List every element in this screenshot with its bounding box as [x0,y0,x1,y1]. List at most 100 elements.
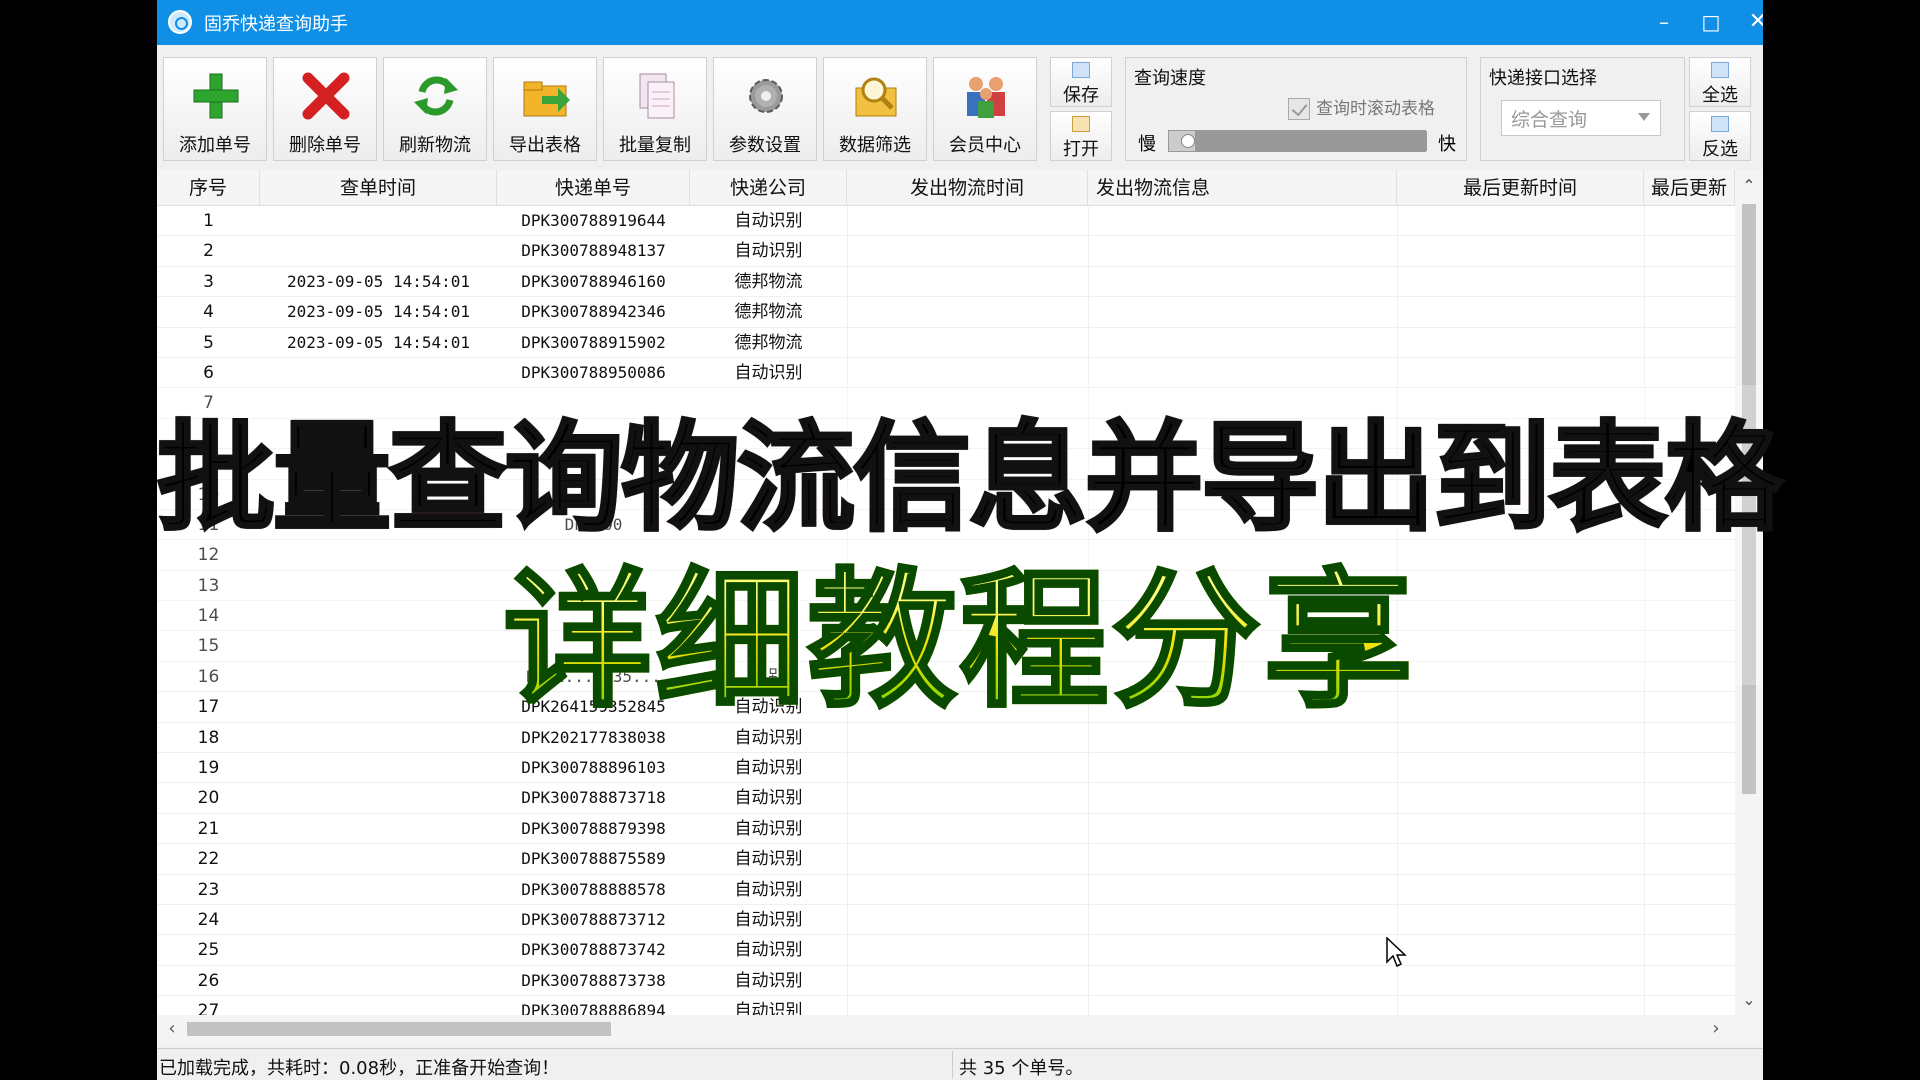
table-row[interactable]: 24 DPK300788873712 自动识别 [157,904,1735,936]
row-index-cell: 2 [203,241,214,262]
tracking-number-cell: DPK300788946160 [521,271,666,291]
horizontal-scrollbar[interactable]: ‹ › [157,1015,1763,1043]
empty-cell [847,236,1088,267]
row-index-cell: 3 [203,271,214,292]
row-index-cell: 4 [203,302,214,323]
tracking-number-cell: DPK300788942346 [521,302,666,322]
member-center-button[interactable]: 会员中心 [933,57,1037,161]
empty-cell [1088,327,1397,358]
empty-cell [1088,297,1397,328]
close-button[interactable]: ✕ [1741,7,1763,37]
column-header[interactable]: 查单时间 [260,170,497,206]
empty-cell [1088,904,1397,935]
column-header[interactable]: 发出物流时间 [847,170,1088,206]
select-all-button[interactable]: 全选 [1689,57,1751,107]
table-row[interactable]: 21 DPK300788879398 自动识别 [157,813,1735,845]
column-header[interactable]: 发出物流信息 [1088,170,1397,206]
api-select-dropdown[interactable]: 综合查询 [1501,100,1661,136]
members-icon [960,72,1012,120]
row-index-cell: 25 [197,940,220,961]
row-index-cell: 5 [203,332,214,353]
query-time-cell [260,966,497,996]
tracking-number-cell: DPK300788873742 [521,940,666,960]
row-index-cell: 22 [197,849,220,870]
scroll-table-checkbox[interactable]: 查询时滚动表格 [1288,94,1435,120]
empty-cell [847,783,1088,814]
query-time-cell [260,814,497,844]
courier-company-cell: 自动识别 [734,909,803,930]
table-row[interactable]: 27 DPK300788886894 自动识别 [157,996,1735,1015]
data-filter-button[interactable]: 数据筛选 [823,57,927,161]
courier-company-cell: 自动识别 [734,970,803,991]
column-header[interactable]: 快递单号 [497,170,690,206]
query-time-cell [260,875,497,905]
gear-icon [740,72,792,120]
query-time-cell: 2023-09-05 14:54:01 [286,271,471,291]
scroll-right-icon[interactable]: › [1703,1015,1729,1043]
scroll-table-label: 查询时滚动表格 [1316,99,1435,119]
empty-cell [1644,297,1735,328]
scroll-down-icon[interactable]: ⌄ [1735,988,1763,1012]
courier-company-cell: 自动识别 [734,940,803,961]
maximize-button[interactable]: □ [1694,7,1728,37]
minimize-button[interactable]: – [1647,7,1681,37]
row-index-cell: 23 [197,879,220,900]
slow-label: 慢 [1138,134,1156,155]
tracking-number-cell: DPK300788915902 [521,332,666,352]
empty-cell [1088,996,1397,1015]
table-row[interactable]: 25 DPK300788873742 自动识别 [157,935,1735,966]
column-header[interactable]: 快递公司 [690,170,847,206]
add-number-label: 添加单号 [179,135,251,156]
chevron-down-icon [1638,113,1650,121]
table-row[interactable]: 4 2023-09-05 14:54:01 DPK300788942346 德邦物流 [157,297,1735,328]
table-row[interactable]: 22 DPK300788875589 自动识别 [157,844,1735,875]
horizontal-scroll-thumb[interactable] [187,1022,611,1036]
toolbar: 添加单号 删除单号 刷新物流 导出表格 批量复制 参数设置 数据筛选 会员中心 … [157,45,1763,170]
speed-slider-handle[interactable] [1181,134,1195,148]
save-button[interactable]: 保存 [1050,57,1112,107]
scroll-left-icon[interactable]: ‹ [159,1015,185,1043]
add-number-button[interactable]: 添加单号 [163,57,267,161]
speed-slider[interactable] [1168,130,1427,152]
empty-cell [1397,783,1644,814]
api-select-value: 综合查询 [1511,109,1588,131]
row-index-cell: 19 [197,758,220,779]
column-header[interactable]: 序号 [157,170,260,206]
table-row[interactable]: 2 DPK300788948137 自动识别 [157,236,1735,267]
open-label: 打开 [1063,139,1099,160]
empty-cell [1644,266,1735,297]
delete-number-button[interactable]: 删除单号 [273,57,377,161]
refresh-logistics-button[interactable]: 刷新物流 [383,57,487,161]
empty-cell [1644,844,1735,875]
table-row[interactable]: 19 DPK300788896103 自动识别 [157,753,1735,784]
scroll-up-icon[interactable]: ⌃ [1735,174,1763,198]
empty-cell [1397,874,1644,905]
add-icon [190,72,242,120]
invert-selection-button[interactable]: 反选 [1689,111,1751,161]
column-header[interactable]: 最后更新 [1644,170,1735,206]
table-row[interactable]: 1 DPK300788919644 自动识别 [157,206,1735,237]
courier-company-cell: 德邦物流 [734,302,803,323]
open-button[interactable]: 打开 [1050,111,1112,161]
delete-number-label: 删除单号 [289,135,361,156]
table-row[interactable]: 23 DPK300788888578 自动识别 [157,874,1735,905]
empty-cell [1088,236,1397,267]
settings-button[interactable]: 参数设置 [713,57,817,161]
empty-cell [847,935,1088,966]
table-row[interactable]: 26 DPK300788873738 自动识别 [157,965,1735,997]
empty-cell [847,297,1088,328]
empty-cell [847,874,1088,905]
export-table-button[interactable]: 导出表格 [493,57,597,161]
export-table-label: 导出表格 [509,135,581,156]
batch-copy-button[interactable]: 批量复制 [603,57,707,161]
empty-cell [1644,904,1735,935]
empty-cell [1644,965,1735,996]
column-header[interactable]: 最后更新时间 [1397,170,1644,206]
row-index-cell: 21 [197,818,220,839]
open-icon [1072,116,1090,132]
table-row[interactable]: 5 2023-09-05 14:54:01 DPK300788915902 德邦物流 [157,327,1735,358]
table-row[interactable]: 20 DPK300788873718 自动识别 [157,783,1735,814]
row-index-cell: 20 [197,788,220,809]
table-row[interactable]: 3 2023-09-05 14:54:01 DPK300788946160 德邦物流 [157,266,1735,298]
query-time-cell [260,206,497,236]
